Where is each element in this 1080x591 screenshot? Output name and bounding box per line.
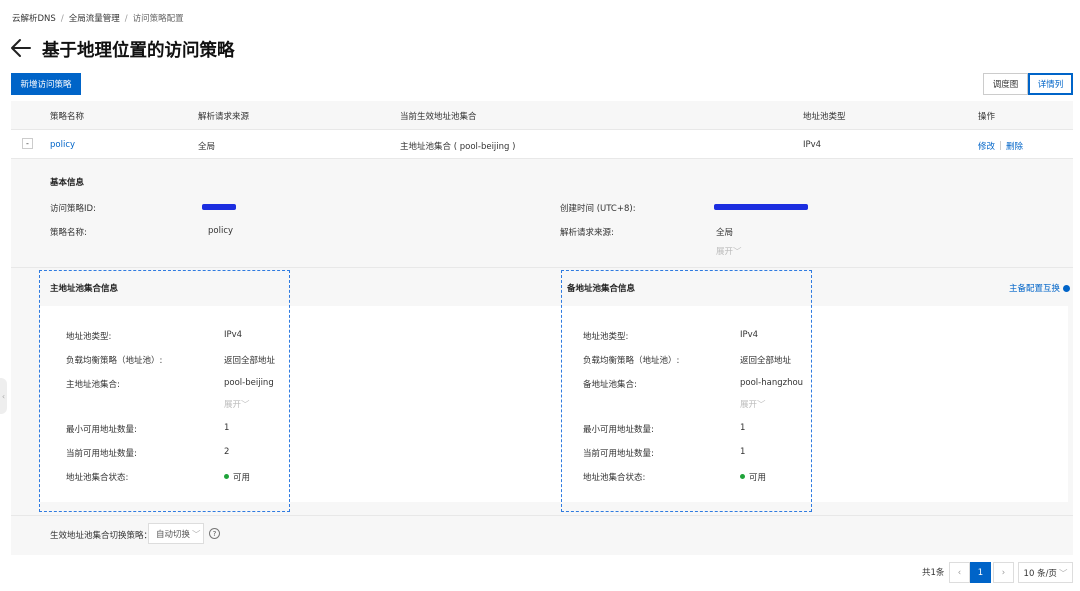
divider: [11, 267, 1073, 268]
redacted-policy-id: [202, 204, 236, 210]
primary-set-label: 主地址池集合:: [66, 380, 120, 390]
divider: [11, 515, 1073, 516]
backup-current-label: 当前可用地址数量:: [583, 449, 654, 459]
column-header-pool-set: 当前生效地址池集合: [400, 112, 477, 122]
backup-lb-label: 负载均衡策略（地址池）:: [583, 356, 680, 366]
page-title: 基于地理位置的访问策略: [42, 41, 235, 61]
backup-pool-title: 备地址池集合信息: [567, 284, 636, 294]
breadcrumb-separator: /: [60, 14, 64, 24]
table-row: [11, 130, 1073, 159]
redacted-created-time: [714, 204, 808, 210]
primary-min-label: 最小可用地址数量:: [66, 425, 137, 435]
column-header-actions: 操作: [978, 112, 996, 122]
sidebar-collapse-handle[interactable]: ‹: [0, 378, 7, 414]
policy-source-cell: 全局: [198, 142, 216, 152]
backup-type-value: IPv4: [740, 330, 759, 340]
table-header: [11, 101, 1073, 130]
page-size-select[interactable]: 10 条/页 ﹀: [1018, 562, 1073, 583]
delete-link[interactable]: 删除: [1006, 140, 1023, 152]
column-header-name: 策略名称: [50, 112, 85, 122]
backup-expand-toggle[interactable]: 展开﹀: [740, 398, 766, 410]
pool-type-cell: IPv4: [803, 140, 822, 150]
created-time-label: 创建时间 (UTC+8):: [560, 204, 636, 214]
breadcrumb-item-dns[interactable]: 云解析DNS: [12, 14, 56, 24]
backup-lb-value: 返回全部地址: [740, 356, 792, 366]
tab-detail-list[interactable]: 详情列: [1028, 73, 1073, 95]
backup-status-value: 可用: [740, 471, 766, 483]
chevron-down-icon: ﹀: [757, 400, 766, 410]
primary-min-value: 1: [224, 423, 230, 433]
basic-info-title: 基本信息: [50, 178, 85, 188]
backup-status-label: 地址池集合状态:: [583, 473, 646, 483]
primary-expand-toggle[interactable]: 展开﹀: [224, 398, 250, 410]
breadcrumb-item-gtm[interactable]: 全局流量管理: [69, 14, 120, 24]
status-dot-icon: [740, 474, 745, 479]
primary-status-label: 地址池集合状态:: [66, 473, 129, 483]
backup-set-label: 备地址池集合:: [583, 380, 637, 390]
request-source-value: 全局: [716, 228, 734, 238]
switch-strategy-select[interactable]: 自动切换 ﹀: [148, 523, 204, 544]
primary-current-value: 2: [224, 447, 230, 457]
swap-icon: [1063, 284, 1071, 292]
prev-page-button[interactable]: ‹: [949, 562, 970, 583]
backup-type-label: 地址池类型:: [583, 332, 629, 342]
backup-set-value: pool-hangzhou: [740, 378, 804, 388]
chevron-down-icon: ﹀: [733, 247, 742, 257]
primary-lb-value: 返回全部地址: [224, 356, 276, 366]
expand-source-toggle[interactable]: 展开﹀: [716, 245, 742, 257]
status-dot-icon: [224, 474, 229, 479]
backup-min-value: 1: [740, 423, 746, 433]
primary-set-value: pool-beijing: [224, 378, 274, 388]
active-pool-set-cell: 主地址池集合 ( pool-beijing ): [400, 142, 516, 152]
next-page-button[interactable]: ›: [993, 562, 1014, 583]
edit-link[interactable]: 修改: [978, 140, 995, 152]
chevron-down-icon: ﹀: [1058, 568, 1068, 579]
back-arrow-icon[interactable]: [10, 36, 32, 60]
primary-pool-title: 主地址池集合信息: [50, 284, 119, 294]
help-icon[interactable]: ?: [209, 528, 220, 539]
backup-min-label: 最小可用地址数量:: [583, 425, 654, 435]
breadcrumb-separator: /: [124, 14, 128, 24]
primary-status-value: 可用: [224, 471, 250, 483]
chevron-down-icon: ﹀: [192, 529, 201, 540]
breadcrumb-item-current: 访问策略配置: [132, 14, 184, 24]
primary-lb-label: 负载均衡策略（地址池）:: [66, 356, 163, 366]
page-number-current[interactable]: 1: [970, 562, 991, 583]
switch-strategy-label: 生效地址池集合切换策略：: [50, 531, 153, 541]
policy-name-value: policy: [208, 226, 234, 236]
row-collapse-toggle[interactable]: -: [22, 138, 33, 149]
column-header-pool-type: 地址池类型: [803, 112, 846, 122]
primary-current-label: 当前可用地址数量:: [66, 449, 137, 459]
tab-schedule-graph[interactable]: 调度图: [983, 73, 1028, 95]
breadcrumb: 云解析DNS / 全局流量管理 / 访问策略配置: [12, 12, 184, 24]
policy-name-link[interactable]: policy: [50, 140, 75, 150]
action-divider: [1000, 141, 1001, 150]
request-source-label: 解析请求来源:: [560, 228, 614, 238]
primary-type-label: 地址池类型:: [66, 332, 112, 342]
chevron-right-icon: ›: [1001, 567, 1006, 578]
swap-primary-backup-link[interactable]: 主备配置互换: [1009, 282, 1071, 294]
policy-name-label: 策略名称:: [50, 228, 87, 238]
backup-current-value: 1: [740, 447, 746, 457]
chevron-left-icon: ‹: [957, 567, 962, 578]
column-header-source: 解析请求来源: [198, 112, 250, 122]
pagination-total: 共1条: [922, 568, 945, 578]
chevron-down-icon: ﹀: [241, 400, 250, 410]
primary-type-value: IPv4: [224, 330, 243, 340]
chevron-left-icon: ‹: [1, 391, 6, 401]
policy-id-label: 访问策略ID:: [50, 204, 96, 214]
add-policy-button[interactable]: 新增访问策略: [11, 73, 81, 95]
